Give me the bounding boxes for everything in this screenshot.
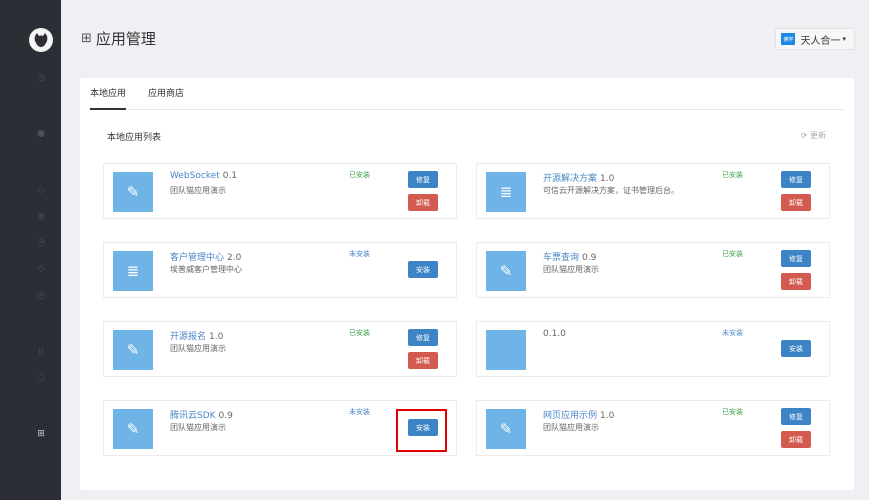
app-card: ≣ 客户管理中心 2.0 埃普威客户管理中心 未安装安装 (103, 242, 457, 298)
repair-button[interactable]: 修复 (781, 250, 811, 267)
refresh-icon: ⟳ (800, 131, 808, 140)
status-badge: 已安装 (349, 329, 370, 337)
app-title[interactable]: 腾讯云SDK (170, 411, 216, 421)
app-version: 0.9 (218, 411, 233, 421)
app-description: 可信云开源解决方案，证书管理后台。 (543, 186, 679, 195)
time-icon[interactable]: ◷ (35, 290, 47, 302)
puzzle-icon: ✎ (113, 330, 153, 370)
chat-icon[interactable]: ● (35, 128, 47, 140)
app-name[interactable]: 车票查询 0.9 (543, 250, 596, 263)
app-title[interactable]: 开源解决方案 (543, 174, 597, 184)
app-version: 0.9 (582, 253, 597, 263)
user-menu[interactable]: 佛学 天人合一 ▾ (775, 28, 855, 50)
grid-icon: ⊞ (81, 31, 92, 46)
refresh-label: 更新 (810, 131, 826, 140)
app-card: ✎ 开源报名 1.0 团队猫应用演示 已安装 修复卸载 (103, 321, 457, 377)
app-version: 1.0 (600, 411, 615, 421)
repair-button[interactable]: 修复 (408, 171, 438, 188)
app-description: 团队猫应用演示 (170, 423, 226, 432)
repair-button[interactable]: 修复 (408, 329, 438, 346)
app-name[interactable]: 网页应用示例 1.0 (543, 408, 614, 421)
database-icon: ≣ (113, 251, 153, 291)
uninstall-button[interactable]: 卸载 (408, 352, 438, 369)
octocat-logo-icon[interactable] (29, 28, 53, 52)
sidebar: ◷ ● ◇ ≣ ◷ ◇ ◷ ▯ ○ ⊞ (0, 0, 61, 500)
app-title[interactable]: 车票查询 (543, 253, 579, 263)
uninstall-button[interactable]: 卸载 (781, 431, 811, 448)
app-name[interactable]: 0.1.0 (543, 329, 566, 339)
app-version: 1.0 (209, 332, 224, 342)
puzzle-icon: ✎ (486, 251, 526, 291)
app-card: 0.1.0 未安装安装 (476, 321, 830, 377)
database-icon[interactable]: ≣ (35, 211, 47, 223)
app-description: 团队猫应用演示 (543, 265, 599, 274)
app-version: 1.0 (600, 174, 615, 184)
repair-button[interactable]: 修复 (781, 408, 811, 425)
mobile-icon[interactable]: ▯ (35, 346, 47, 358)
refresh-button[interactable]: ⟳ 更新 (801, 130, 826, 141)
app-name[interactable]: 开源报名 1.0 (170, 329, 223, 342)
app-description: 团队猫应用演示 (170, 344, 226, 353)
tag-icon[interactable]: ◇ (35, 184, 47, 196)
avatar: 佛学 (781, 33, 796, 45)
page-title-text: 应用管理 (95, 30, 156, 48)
topbar: ⊞ 应用管理 佛学 天人合一 ▾ (61, 0, 869, 64)
app-version: 2.0 (227, 253, 242, 263)
app-card: ✎ 网页应用示例 1.0 团队猫应用演示 已安装 修复 卸载 (476, 400, 830, 456)
app-description: 团队猫应用演示 (543, 423, 599, 432)
dashboard-icon[interactable]: ◷ (35, 72, 47, 84)
app-version: 0.1.0 (543, 329, 566, 339)
app-title[interactable]: 开源报名 (170, 332, 206, 342)
app-card: ≣ 开源解决方案 1.0 可信云开源解决方案，证书管理后台。 已安装 修复卸载 (476, 163, 830, 219)
apps-grid-icon[interactable]: ⊞ (35, 428, 47, 440)
app-name[interactable]: 客户管理中心 2.0 (170, 250, 241, 263)
app-thumbnail (486, 330, 526, 370)
app-description: 埃普威客户管理中心 (170, 265, 242, 274)
tab-app-store[interactable]: 应用商店 (148, 78, 184, 110)
uninstall-button[interactable]: 卸载 (781, 194, 811, 211)
puzzle-icon: ✎ (486, 409, 526, 449)
app-card: ✎ WebSocket 0.1 团队猫应用演示 已安装 修复卸载 (103, 163, 457, 219)
app-name[interactable]: 开源解决方案 1.0 (543, 171, 614, 184)
puzzle-icon: ✎ (113, 172, 153, 212)
status-badge: 已安装 (722, 171, 743, 179)
badge-icon[interactable]: ◇ (35, 263, 47, 275)
status-badge: 未安装 (349, 408, 370, 416)
uninstall-button[interactable]: 卸载 (408, 194, 438, 211)
caret-down-icon: ▾ (842, 35, 846, 43)
highlight-box (396, 409, 447, 452)
app-title[interactable]: 网页应用示例 (543, 411, 597, 421)
tab-bar: 本地应用 应用商店 (90, 78, 844, 110)
status-badge: 未安装 (722, 329, 743, 337)
install-button[interactable]: 安装 (408, 261, 438, 278)
app-description: 团队猫应用演示 (170, 186, 226, 195)
status-badge: 已安装 (722, 250, 743, 258)
puzzle-icon: ✎ (113, 409, 153, 449)
app-name[interactable]: 腾讯云SDK 0.9 (170, 408, 233, 421)
app-title[interactable]: WebSocket (170, 171, 220, 181)
status-badge: 已安装 (722, 408, 743, 416)
user-name: 天人合一 (800, 35, 841, 47)
list-title: 本地应用列表 (107, 133, 162, 143)
status-badge: 已安装 (349, 171, 370, 179)
uninstall-button[interactable]: 卸载 (781, 273, 811, 290)
info-icon[interactable]: ○ (35, 372, 47, 384)
repair-button[interactable]: 修复 (781, 171, 811, 188)
app-card: ✎ 车票查询 0.9 团队猫应用演示 已安装 修复卸载 (476, 242, 830, 298)
app-name[interactable]: WebSocket 0.1 (170, 171, 237, 181)
tab-local-apps[interactable]: 本地应用 (90, 78, 127, 110)
clock-icon[interactable]: ◷ (35, 237, 47, 249)
app-version: 0.1 (222, 171, 238, 181)
database-icon: ≣ (486, 172, 526, 212)
status-badge: 未安装 (349, 250, 370, 258)
app-title[interactable]: 客户管理中心 (170, 253, 224, 263)
page-title: ⊞ 应用管理 (81, 28, 156, 49)
install-button[interactable]: 安装 (781, 340, 811, 357)
